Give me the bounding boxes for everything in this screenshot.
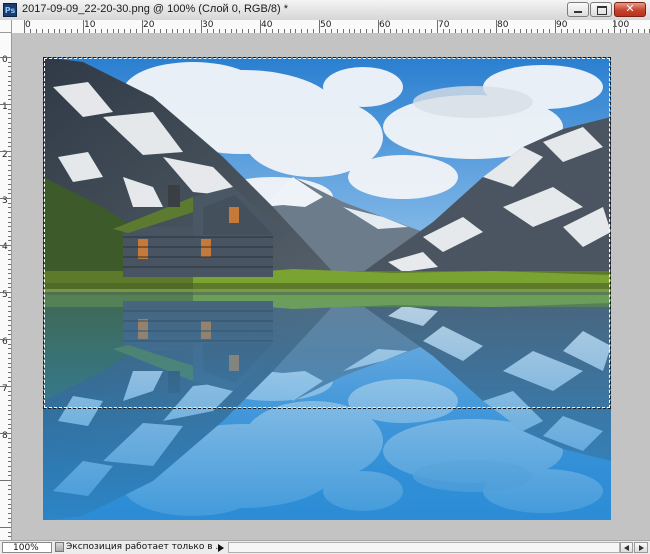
ruler-tick: [319, 20, 320, 33]
close-icon: ✕: [625, 2, 635, 15]
ruler-tick: [378, 20, 379, 33]
zoom-input[interactable]: 100%: [2, 542, 52, 553]
scroll-right-button[interactable]: [634, 542, 648, 553]
horizontal-scrollbar[interactable]: [228, 542, 620, 553]
close-button[interactable]: ✕: [614, 2, 646, 17]
photoshop-app-icon: Ps: [3, 3, 17, 17]
scroll-left-button[interactable]: [620, 542, 633, 553]
status-menu-arrow-icon[interactable]: [218, 544, 224, 552]
ruler-tick: [0, 151, 11, 152]
arrow-right-icon: [639, 545, 644, 551]
landscape-image: [43, 57, 611, 520]
ruler-tick: [0, 527, 11, 528]
maximize-icon: [597, 6, 607, 15]
ruler-tick: [260, 20, 261, 33]
ruler-tick: [201, 20, 202, 33]
ruler-origin[interactable]: [0, 20, 12, 33]
status-message: Экспозиция работает только в ...: [66, 542, 224, 552]
ruler-tick: [0, 198, 11, 199]
ruler-tick: [83, 20, 84, 33]
ruler-tick: [0, 386, 11, 387]
document-title: 2017-09-09_22-20-30.png @ 100% (Слой 0, …: [22, 3, 289, 15]
ruler-tick: [24, 20, 25, 33]
minimize-button[interactable]: [567, 2, 589, 17]
horizontal-ruler[interactable]: 0 10 20 30 40 50 60 70 80 90 100: [12, 20, 650, 34]
title-bar[interactable]: Ps 2017-09-09_22-20-30.png @ 100% (Слой …: [0, 0, 650, 21]
ruler-tick: [142, 20, 143, 33]
ruler-label: 2: [2, 150, 8, 160]
ruler-tick: [0, 480, 11, 481]
image-canvas[interactable]: [43, 57, 611, 520]
status-bar: 100% Экспозиция работает только в ...: [0, 540, 650, 554]
ruler-tick: [496, 20, 497, 33]
ruler-tick: [555, 20, 556, 33]
document-window: Ps 2017-09-09_22-20-30.png @ 100% (Слой …: [0, 0, 650, 554]
status-info-icon[interactable]: [55, 542, 64, 552]
ruler-tick: [0, 104, 11, 105]
ruler-tick: [0, 433, 11, 434]
vertical-ruler[interactable]: 0 1 2 3 4 5 6 7 8: [0, 33, 12, 540]
minimize-icon: [574, 11, 582, 13]
ruler-tick: [0, 57, 11, 58]
ruler-tick: [0, 245, 11, 246]
maximize-button[interactable]: [590, 2, 612, 17]
ruler-tick: [0, 339, 11, 340]
ruler-tick: [614, 20, 615, 33]
arrow-left-icon: [624, 545, 629, 551]
ruler-tick: [0, 292, 11, 293]
ruler-tick: [437, 20, 438, 33]
